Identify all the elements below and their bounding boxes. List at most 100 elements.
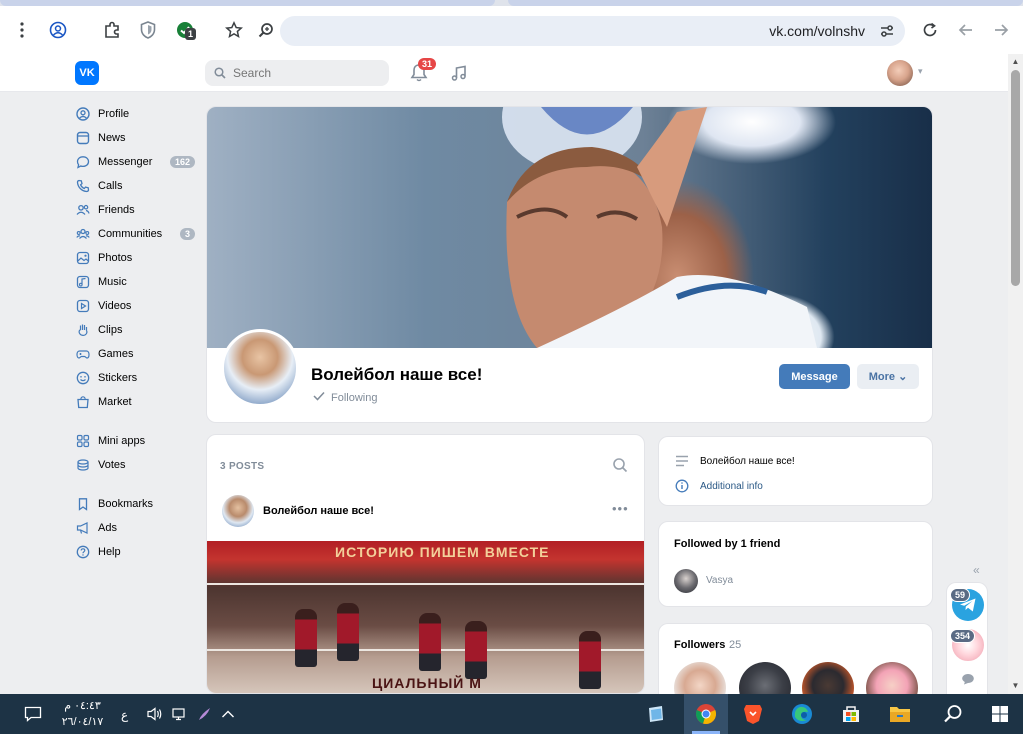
forward-arrow-icon[interactable] xyxy=(991,20,1011,40)
communities-icon xyxy=(75,226,91,242)
pen-icon[interactable] xyxy=(193,702,217,726)
menu-item-profile[interactable]: Profile xyxy=(72,102,198,126)
menu-item-ads[interactable]: Ads xyxy=(72,516,198,540)
menu-item-music[interactable]: Music xyxy=(72,270,198,294)
post-bottom-text: ЦИАЛЬНЫЙ М xyxy=(372,675,482,691)
menu-item-communities[interactable]: Communities 3 xyxy=(72,222,198,246)
follower-avatar[interactable] xyxy=(674,662,726,694)
menu-label: Votes xyxy=(98,459,126,471)
windows-start-icon[interactable] xyxy=(988,702,1012,726)
chevron-down-icon[interactable]: ▾ xyxy=(918,66,923,77)
language-indicator[interactable]: ع xyxy=(121,708,128,722)
message-button[interactable]: Message xyxy=(779,364,850,389)
post-photo[interactable]: ИСТОРИЮ ПИШЕМ ВМЕСТЕ ЦИАЛЬНЫЙ М xyxy=(207,541,644,693)
browser-chrome: 1 vk.com/volnshv xyxy=(0,0,1023,60)
followed-by-friends-card: Followed by 1 friend Vasya xyxy=(658,521,933,607)
menu-item-videos[interactable]: Videos xyxy=(72,294,198,318)
menu-item-votes[interactable]: Votes xyxy=(72,453,198,477)
page-scrollbar[interactable]: ▲ ▼ xyxy=(1008,54,1023,694)
music-player-icon[interactable] xyxy=(450,64,468,82)
brave-icon[interactable] xyxy=(741,702,765,726)
banner-text: ИСТОРИЮ ПИШЕМ ВМЕСТЕ xyxy=(335,544,550,560)
menu-label: Profile xyxy=(98,108,130,120)
menu-item-market[interactable]: Market xyxy=(72,390,198,414)
communities-count-badge: 3 xyxy=(179,228,195,240)
chrome-icon[interactable] xyxy=(694,702,718,726)
chat-bubble-icon[interactable] xyxy=(961,673,975,687)
follower-avatar[interactable] xyxy=(866,662,918,694)
search-input[interactable] xyxy=(233,60,383,86)
menu-item-photos[interactable]: Photos xyxy=(72,246,198,270)
menu-item-help[interactable]: Help xyxy=(72,540,198,564)
browser-profile-icon[interactable] xyxy=(48,20,68,40)
group-avatar[interactable] xyxy=(221,329,299,407)
edge-icon[interactable] xyxy=(790,702,814,726)
chevron-down-icon: ⌄ xyxy=(898,371,908,383)
clock-date: ٢٦/٠٤/١٧ xyxy=(61,716,104,728)
bookmark-star-icon[interactable] xyxy=(224,20,244,40)
friend-avatar[interactable] xyxy=(674,569,698,593)
scroll-up-arrow-icon[interactable]: ▲ xyxy=(1011,57,1020,67)
friend-name[interactable]: Vasya xyxy=(706,575,733,586)
menu-item-clips[interactable]: Clips xyxy=(72,318,198,342)
post-author-avatar[interactable] xyxy=(222,495,254,527)
menu-item-bookmarks[interactable]: Bookmarks xyxy=(72,492,198,516)
menu-item-calls[interactable]: Calls xyxy=(72,174,198,198)
menu-item-mini-apps[interactable]: Mini apps xyxy=(72,429,198,453)
vk-logo[interactable]: VK xyxy=(75,61,99,85)
network-icon[interactable] xyxy=(168,702,192,726)
notification-center-icon[interactable] xyxy=(21,702,45,726)
ads-icon xyxy=(75,520,91,536)
menu-label: Market xyxy=(98,396,132,408)
followers-card: Followers 25 xyxy=(658,623,933,694)
followers-title[interactable]: Followers xyxy=(674,639,725,651)
help-icon xyxy=(75,544,91,560)
menu-item-stickers[interactable]: Stickers xyxy=(72,366,198,390)
scroll-down-arrow-icon[interactable]: ▼ xyxy=(1011,681,1020,691)
market-icon xyxy=(75,394,91,410)
file-explorer-icon[interactable] xyxy=(888,702,912,726)
menu-label: Videos xyxy=(98,300,132,312)
shield-extension-icon[interactable] xyxy=(138,20,158,40)
posts-card: 3 POSTS Волейбол наше все! ••• ИСТОРИЮ П… xyxy=(206,434,645,694)
follower-avatar[interactable] xyxy=(802,662,854,694)
clock[interactable]: ٠٤:٤٣ م ٢٦/٠٤/١٧ xyxy=(55,698,110,730)
address-bar[interactable]: vk.com/volnshv xyxy=(280,16,905,46)
player-figure xyxy=(579,631,601,689)
post-author-name[interactable]: Волейбол наше все! xyxy=(263,505,374,517)
scroll-thumb[interactable] xyxy=(1011,70,1020,286)
back-arrow-icon[interactable] xyxy=(956,20,976,40)
menu-item-games[interactable]: Games xyxy=(72,342,198,366)
friends-title[interactable]: Followed by 1 friend xyxy=(674,538,780,550)
zoom-icon[interactable] xyxy=(256,20,276,40)
search-box[interactable] xyxy=(205,60,389,86)
following-status[interactable]: Following xyxy=(313,391,377,404)
url-text: vk.com/volnshv xyxy=(769,23,865,39)
chevron-up-icon[interactable] xyxy=(216,702,240,726)
group-name: Волейбол наше все! xyxy=(311,365,483,384)
site-settings-icon[interactable] xyxy=(877,21,897,41)
additional-info-link[interactable]: Additional info xyxy=(700,481,763,492)
more-button[interactable]: More ⌄ xyxy=(857,364,919,389)
browser-menu-icon[interactable] xyxy=(12,20,32,40)
menu-item-news[interactable]: News xyxy=(72,126,198,150)
file-app-icon[interactable] xyxy=(644,702,668,726)
menu-divider xyxy=(72,414,198,429)
player-figure xyxy=(295,609,317,667)
search-icon[interactable] xyxy=(612,457,628,473)
bookmark-icon xyxy=(75,496,91,512)
user-avatar[interactable] xyxy=(887,60,913,86)
extensions-icon[interactable] xyxy=(102,20,122,40)
volume-icon[interactable] xyxy=(143,702,167,726)
menu-item-friends[interactable]: Friends xyxy=(72,198,198,222)
reload-icon[interactable] xyxy=(920,20,940,40)
menu-item-messenger[interactable]: Messenger 162 xyxy=(72,150,198,174)
clips-icon xyxy=(75,322,91,338)
posts-count-header: 3 POSTS xyxy=(220,461,265,472)
store-icon[interactable] xyxy=(839,702,863,726)
search-icon[interactable] xyxy=(941,702,965,726)
follower-avatar[interactable] xyxy=(739,662,791,694)
more-options-icon[interactable]: ••• xyxy=(612,501,629,516)
menu-label: Communities xyxy=(98,228,163,240)
collapse-arrows-icon[interactable]: « xyxy=(973,563,980,577)
